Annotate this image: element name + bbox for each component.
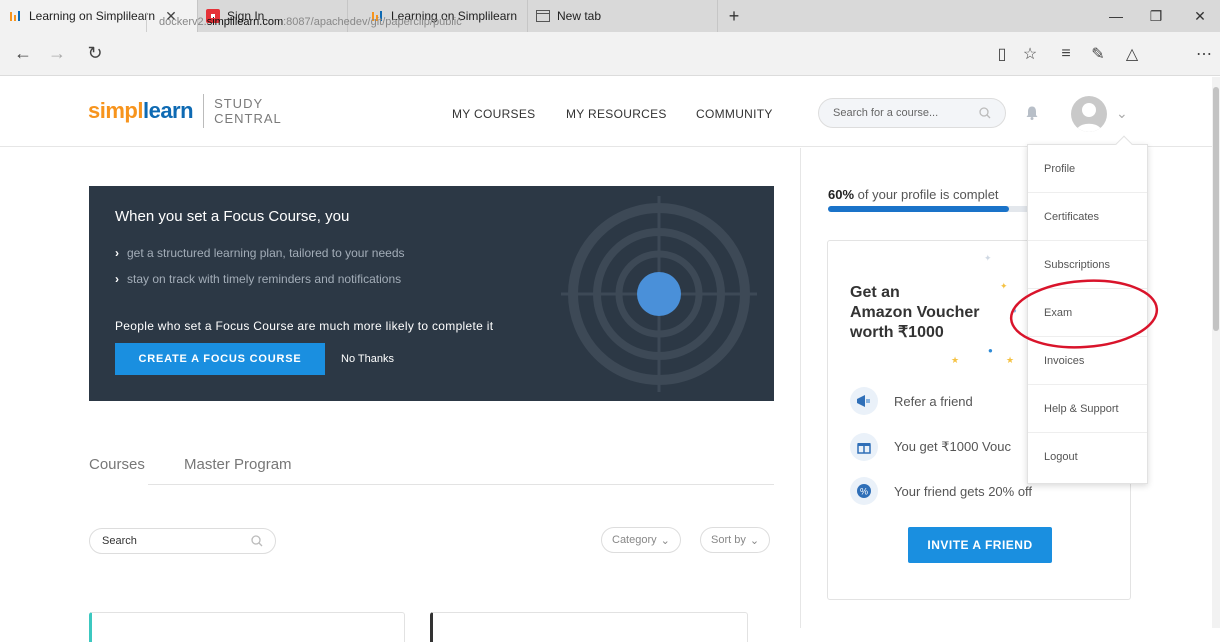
- referral-row-refer: Refer a friend: [850, 387, 973, 415]
- tabs-divider: [148, 484, 774, 485]
- simplilearn-favicon: [8, 9, 22, 23]
- invite-friend-button[interactable]: INVITE A FRIEND: [908, 527, 1052, 563]
- referral-row-text: Refer a friend: [894, 393, 973, 409]
- category-select[interactable]: Category ⌄: [601, 527, 681, 553]
- svg-text:★: ★: [1006, 355, 1014, 365]
- create-focus-course-button[interactable]: CREATE A FOCUS COURSE: [115, 343, 325, 375]
- reading-view-icon[interactable]: ▯: [988, 40, 1016, 68]
- no-thanks-link[interactable]: No Thanks: [341, 353, 394, 365]
- more-icon[interactable]: ⋯: [1190, 40, 1218, 68]
- megaphone-icon: [850, 387, 878, 415]
- new-tab-button[interactable]: +: [718, 0, 750, 32]
- refresh-button[interactable]: ↻: [78, 32, 112, 76]
- chevron-right-icon: ›: [115, 246, 119, 260]
- tab-label: Learning on Simplilearn: [29, 9, 156, 23]
- search-icon: [979, 107, 991, 119]
- referral-heading: Get an Amazon Voucher worth ₹1000: [850, 283, 980, 343]
- category-label: Category: [612, 534, 657, 546]
- banner-title: When you set a Focus Course, you: [115, 208, 350, 225]
- nav-community[interactable]: COMMUNITY: [696, 107, 773, 121]
- search-placeholder: Search: [102, 535, 137, 547]
- course-card[interactable]: [430, 612, 748, 642]
- profile-progress-bar: [828, 206, 1044, 212]
- svg-text:✦: ✦: [984, 253, 992, 263]
- forward-button[interactable]: →: [40, 32, 74, 76]
- menu-item-certificates[interactable]: Certificates: [1028, 193, 1147, 241]
- site-header: simpl learn STUDY CENTRAL MY COURSES MY R…: [0, 77, 1220, 147]
- logo-sub1: STUDY: [214, 96, 264, 111]
- highlight-ellipse: [1009, 279, 1159, 349]
- referral-row-text: You get ₹1000 Vouc: [894, 439, 1011, 454]
- courses-search-input[interactable]: Search: [89, 528, 276, 554]
- banner-point-2: › stay on track with timely reminders and…: [115, 272, 401, 286]
- banner-note: People who set a Focus Course are much m…: [115, 319, 494, 333]
- svg-text:%: %: [860, 487, 868, 497]
- profile-completion-text: 60% of your profile is complet: [828, 187, 999, 202]
- minimize-button[interactable]: —: [1096, 0, 1136, 32]
- banner-point-text: get a structured learning plan, tailored…: [127, 246, 405, 260]
- bell-icon[interactable]: [1026, 106, 1038, 120]
- referral-row-text: Your friend gets 20% off: [894, 483, 1033, 499]
- simplilearn-logo[interactable]: simpl learn STUDY CENTRAL: [88, 94, 282, 128]
- gift-icon: [850, 433, 878, 461]
- profile-progress-fill: [828, 206, 1010, 212]
- logo-part1: simpl: [88, 98, 143, 123]
- referral-head-line3: worth ₹1000: [850, 324, 944, 341]
- browser-tab-4[interactable]: New tab: [528, 0, 718, 32]
- svg-text:●: ●: [988, 346, 993, 355]
- url-prefix: dockerv2.: [159, 16, 207, 28]
- profile-text: of your profile is complet: [854, 187, 999, 202]
- banner-point-1: › get a structured learning plan, tailore…: [115, 246, 405, 260]
- newtab-icon: [536, 9, 550, 23]
- menu-item-profile[interactable]: Profile: [1028, 145, 1147, 193]
- course-search-input[interactable]: Search for a course...: [818, 98, 1006, 128]
- svg-text:★: ★: [951, 355, 959, 365]
- search-placeholder: Search for a course...: [833, 107, 939, 119]
- banner-point-text: stay on track with timely reminders and …: [127, 272, 402, 286]
- column-divider: [800, 148, 801, 628]
- target-illustration: [561, 196, 757, 392]
- logo-part2: learn: [142, 98, 194, 123]
- referral-head-line2: Amazon Voucher: [850, 304, 980, 321]
- search-icon: [251, 535, 263, 547]
- share-icon[interactable]: △: [1118, 40, 1146, 68]
- chevron-down-icon: ⌄: [660, 534, 670, 547]
- avatar[interactable]: [1071, 96, 1107, 132]
- referral-head-line1: Get an: [850, 284, 900, 301]
- scrollbar-thumb[interactable]: [1213, 87, 1219, 331]
- menu-item-help-support[interactable]: Help & Support: [1028, 385, 1147, 433]
- hub-icon[interactable]: ≡: [1052, 40, 1080, 68]
- url-domain: simplilearn.com: [206, 16, 284, 28]
- logo-divider: [203, 94, 205, 128]
- address-field[interactable]: dockerv2. simplilearn.com:8087/apachedev/…: [146, 12, 462, 32]
- percent-badge-icon: %: [850, 477, 878, 505]
- svg-text:✦: ✦: [1000, 281, 1008, 291]
- sort-label: Sort by: [711, 534, 746, 546]
- focus-course-banner: When you set a Focus Course, you › get a …: [89, 186, 774, 401]
- sort-select[interactable]: Sort by ⌄: [700, 527, 771, 553]
- referral-row-discount: % Your friend gets 20% off: [850, 477, 1032, 505]
- chevron-down-icon: ⌄: [749, 534, 760, 547]
- chevron-down-icon[interactable]: ⌄: [1116, 105, 1128, 122]
- restore-button[interactable]: ❐: [1136, 0, 1176, 32]
- nav-my-courses[interactable]: MY COURSES: [452, 107, 535, 121]
- profile-percent: 60%: [828, 187, 855, 202]
- web-note-icon[interactable]: ✎: [1084, 40, 1112, 68]
- tab-master-program[interactable]: Master Program: [184, 456, 292, 473]
- course-card[interactable]: [89, 612, 405, 642]
- study-central-label: STUDY CENTRAL: [214, 96, 282, 126]
- nav-my-resources[interactable]: MY RESOURCES: [566, 107, 667, 121]
- menu-item-logout[interactable]: Logout: [1028, 433, 1147, 481]
- close-window-button[interactable]: ✕: [1180, 0, 1220, 32]
- referral-row-voucher: You get ₹1000 Vouc: [850, 433, 1011, 461]
- logo-sub2: CENTRAL: [214, 111, 282, 126]
- favorite-star-icon[interactable]: ☆: [1016, 40, 1044, 68]
- tab-label: New tab: [557, 9, 602, 23]
- chevron-right-icon: ›: [115, 272, 119, 286]
- url-suffix: :8087/apachedev/git/paperclip/public: [283, 16, 462, 28]
- tab-courses[interactable]: Courses: [89, 456, 145, 473]
- back-button[interactable]: ←: [6, 32, 40, 76]
